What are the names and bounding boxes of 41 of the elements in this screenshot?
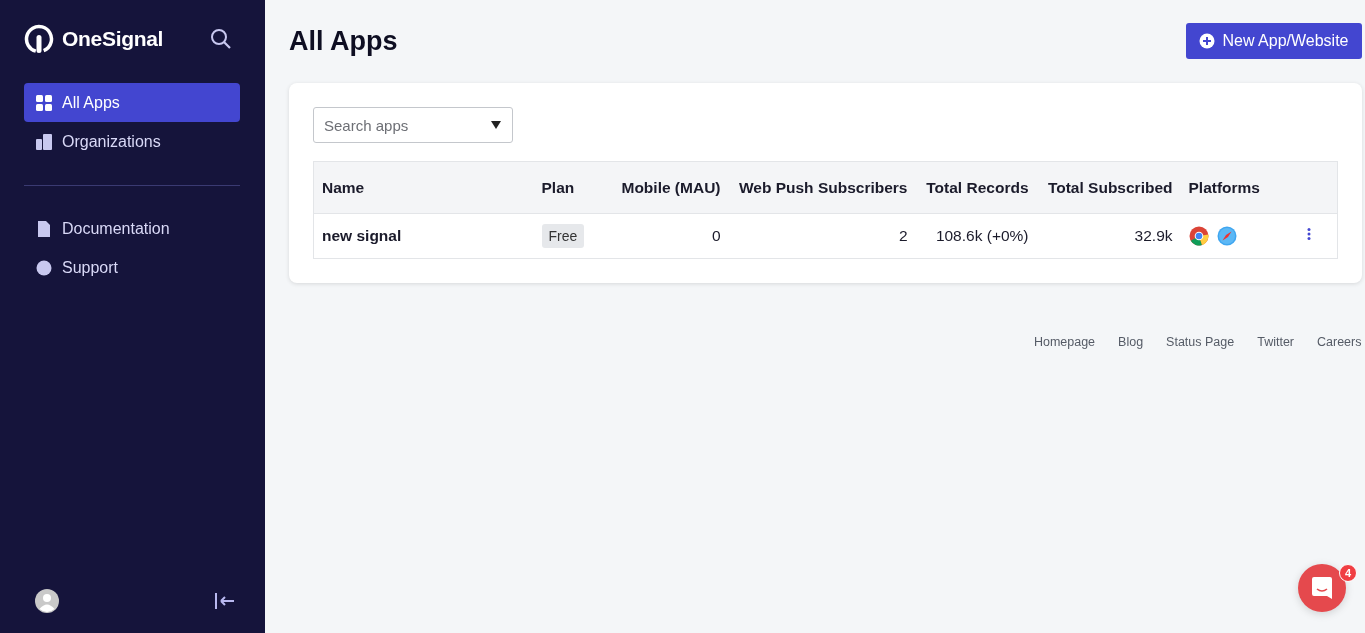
avatar-icon[interactable] [35, 589, 59, 613]
table-cell: 32.9k [1134, 227, 1173, 244]
brand-name: OneSignal [62, 27, 164, 51]
caret-icon[interactable] [491, 121, 501, 129]
footer-link[interactable]: Twitter [1257, 335, 1295, 349]
nav-item[interactable]: Documentation [24, 209, 240, 248]
page-title: All Apps [289, 25, 398, 57]
collapse-icon[interactable] [213, 590, 235, 612]
building-icon [36, 133, 52, 150]
search-icon[interactable] [210, 28, 232, 50]
column-header: Name [313, 161, 534, 214]
chat-button[interactable] [1298, 564, 1346, 612]
chrome-icon [1188, 226, 1209, 246]
app-name[interactable]: new signal [322, 227, 402, 244]
column-header: Web Push Subscribers [728, 161, 916, 214]
footer-link[interactable]: Status Page [1166, 335, 1235, 349]
table-cell: 0 [711, 227, 721, 244]
table-cell: 108.6k (+0%) [935, 227, 1029, 244]
footer-link[interactable]: Homepage [1033, 335, 1096, 349]
column-header: Total Records [915, 161, 1037, 214]
footer-link[interactable]: Blog [1118, 335, 1144, 349]
plan-tag: Free [541, 224, 585, 248]
column-header: Plan [533, 161, 604, 214]
more-icon[interactable] [1306, 227, 1311, 241]
document-icon [36, 220, 52, 237]
plus-circle-icon [1198, 33, 1215, 49]
search-apps-field[interactable]: Search apps [313, 107, 513, 143]
logo-icon [24, 24, 54, 54]
column-header: Mobile (MAU) [603, 161, 729, 214]
compass-icon [1216, 226, 1237, 246]
nav-item[interactable]: Support [24, 248, 240, 287]
footer-link[interactable]: Careers [1317, 335, 1362, 349]
nav-item[interactable]: All Apps [24, 83, 240, 122]
chat-icon [1311, 576, 1333, 600]
grid-icon [36, 94, 52, 111]
new-app-button[interactable]: New App/Website [1185, 23, 1362, 59]
column-header: Total Subscribed [1036, 161, 1181, 214]
table-cell: 2 [898, 227, 908, 244]
column-header: Platforms [1180, 161, 1281, 214]
notification-badge: 4 [1339, 564, 1357, 582]
nav-item[interactable]: Organizations [24, 122, 240, 161]
